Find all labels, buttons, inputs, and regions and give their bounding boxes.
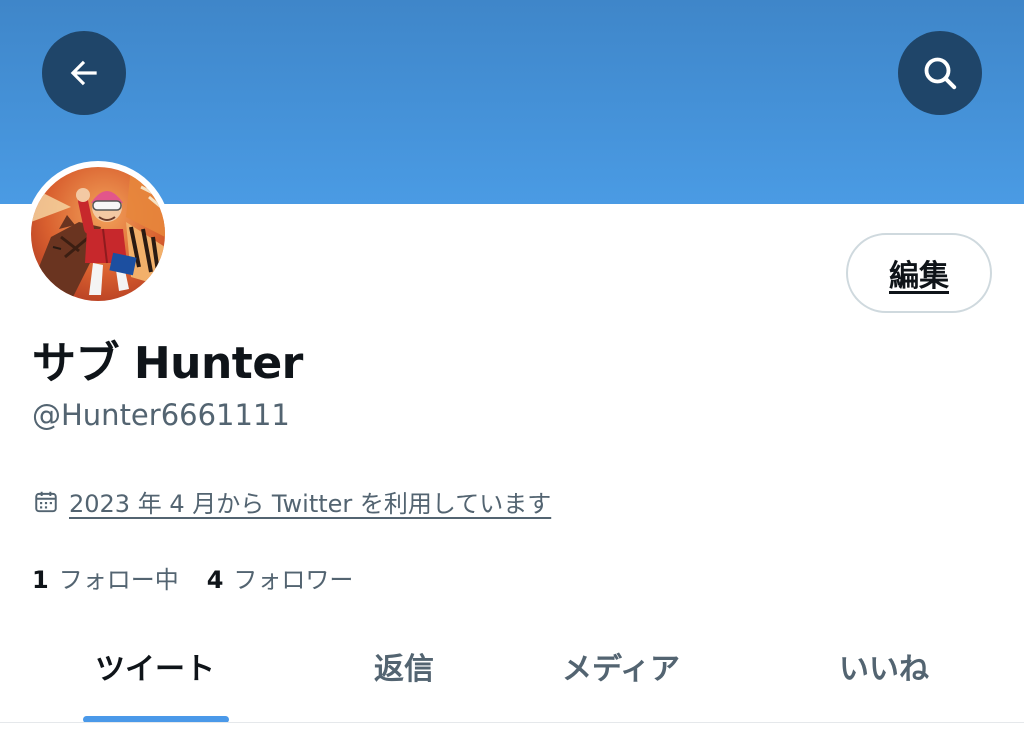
joined-date: 2023 年 4 月から Twitter を利用しています xyxy=(33,484,551,519)
arrow-left-icon xyxy=(70,60,97,86)
search-button[interactable] xyxy=(898,31,982,115)
calendar-icon xyxy=(35,491,57,512)
profile-tabs: ツイート 返信 メディア いいね xyxy=(0,630,1024,723)
back-button[interactable] xyxy=(42,31,126,115)
follow-stats: 1 フォロー中 4 フォロワー xyxy=(32,560,353,595)
joined-text[interactable]: 2023 年 4 月から Twitter を利用しています xyxy=(69,484,551,519)
divider xyxy=(0,722,1024,723)
profile-banner xyxy=(0,0,1024,204)
edit-profile-button[interactable]: 編集 xyxy=(846,233,992,313)
tab-tweets[interactable]: ツイート xyxy=(95,644,215,688)
following-link[interactable]: 1 フォロー中 xyxy=(32,560,179,595)
followers-link[interactable]: 4 フォロワー xyxy=(207,560,354,595)
following-label: フォロー中 xyxy=(58,566,179,594)
avatar[interactable] xyxy=(25,161,171,307)
display-name: サブ Hunter xyxy=(32,338,303,389)
tab-media[interactable]: メディア xyxy=(562,644,680,688)
followers-count: 4 xyxy=(206,566,224,594)
user-handle: @Hunter6661111 xyxy=(32,398,290,432)
tab-replies[interactable]: 返信 xyxy=(374,644,434,688)
followers-label: フォロワー xyxy=(233,566,354,594)
tab-likes[interactable]: いいね xyxy=(839,644,929,688)
search-icon xyxy=(924,57,957,90)
avatar-image xyxy=(31,167,165,301)
following-count: 1 xyxy=(32,566,49,594)
